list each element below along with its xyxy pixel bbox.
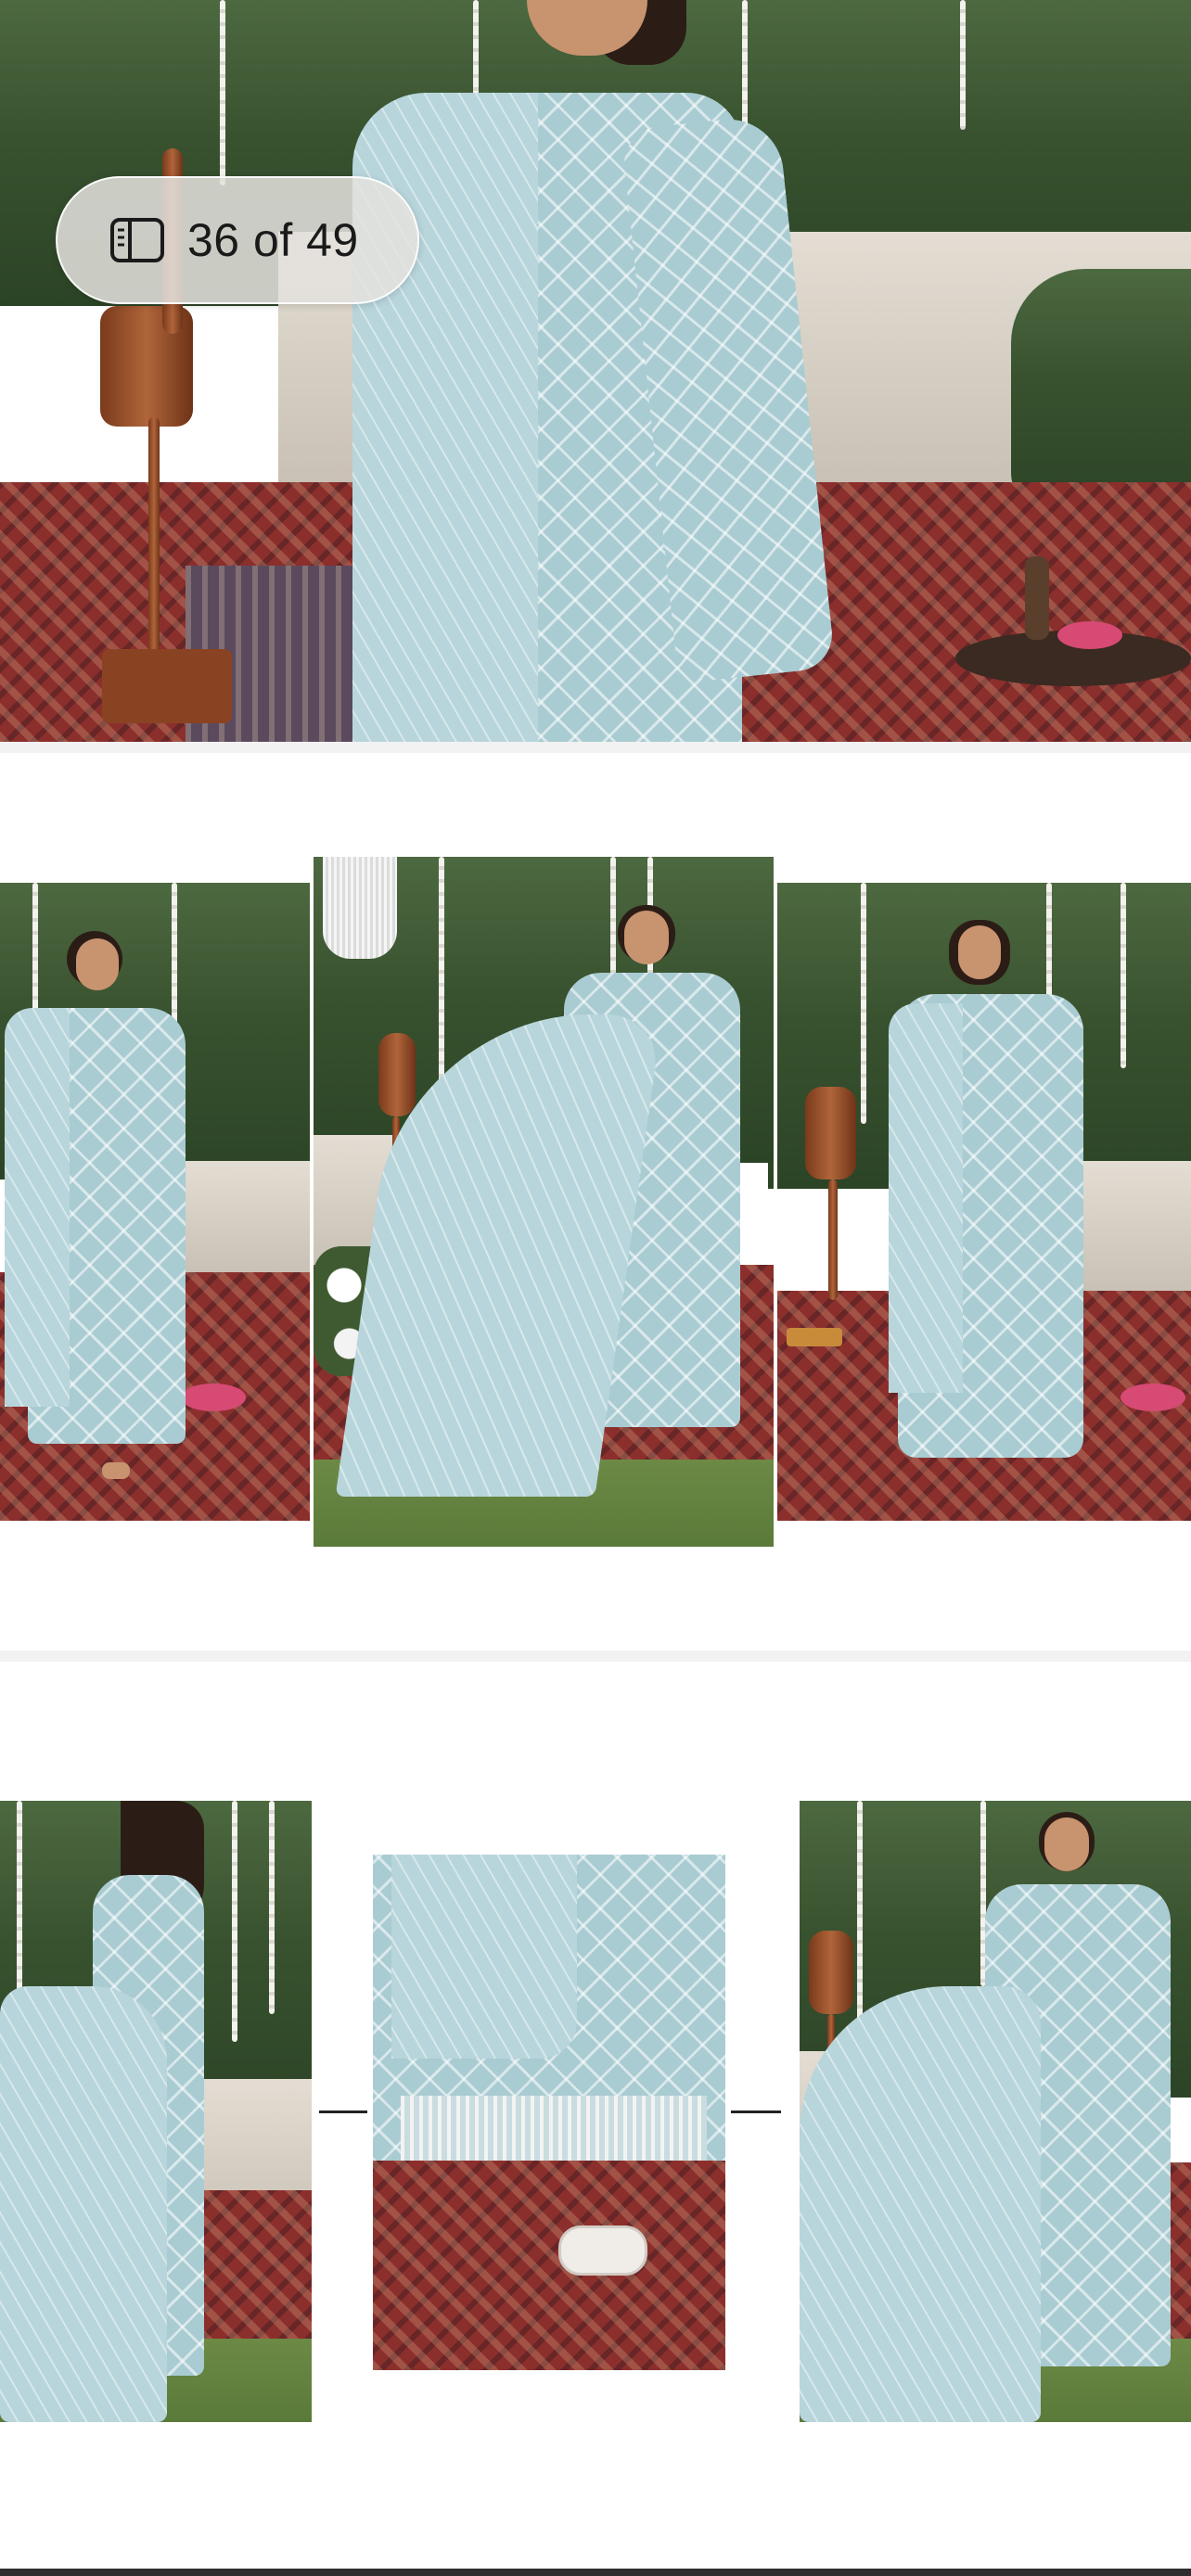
- tassel: [323, 857, 397, 959]
- front-view-photo[interactable]: [800, 1801, 1191, 2422]
- dupatta-train: [800, 1986, 1041, 2422]
- model: [1044, 1817, 1089, 1871]
- collage-photo-center[interactable]: [314, 857, 774, 1547]
- shrub-right: [1011, 269, 1191, 510]
- model: [624, 911, 669, 964]
- image-counter-pill[interactable]: 36 of 49: [56, 176, 419, 304]
- back-view-photo[interactable]: [0, 1801, 312, 2422]
- lace-trim: [401, 2096, 707, 2161]
- model: [76, 938, 119, 990]
- divider: [0, 1651, 1191, 1662]
- collage-photo-left[interactable]: [0, 883, 315, 1521]
- bottom-edge: [0, 2569, 1191, 2576]
- separator-dash: [731, 2111, 781, 2113]
- detail-view-photo[interactable]: [373, 1855, 725, 2370]
- hero-photo[interactable]: 36 of 49: [0, 0, 1191, 742]
- dupatta-train: [0, 1986, 167, 2422]
- flower-bowl: [181, 1384, 246, 1411]
- image-counter-label: 36 of 49: [187, 214, 359, 266]
- model: [958, 925, 1001, 979]
- collage-photo-right[interactable]: [768, 883, 1191, 1521]
- white-sandal: [558, 2225, 647, 2276]
- gallery-sidebar-icon: [109, 217, 165, 263]
- separator-dash: [319, 2111, 367, 2113]
- divider: [0, 742, 1191, 753]
